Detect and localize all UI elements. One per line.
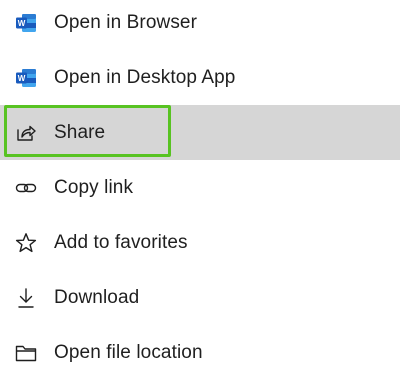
menu-item-download[interactable]: Download xyxy=(0,270,400,325)
menu-item-label: Open in Browser xyxy=(54,11,198,33)
svg-text:W: W xyxy=(18,74,26,83)
menu-item-open-file-location[interactable]: Open file location xyxy=(0,325,400,380)
svg-text:W: W xyxy=(18,19,26,28)
download-icon xyxy=(12,284,40,312)
context-menu: W Open in Browser W Open in Desktop App … xyxy=(0,0,400,381)
menu-item-label: Download xyxy=(54,286,140,308)
folder-icon xyxy=(12,339,40,367)
menu-item-copy-link[interactable]: Copy link xyxy=(0,160,400,215)
menu-item-add-to-favorites[interactable]: Add to favorites xyxy=(0,215,400,270)
menu-item-label: Copy link xyxy=(54,176,134,198)
word-icon: W xyxy=(12,9,40,37)
word-icon: W xyxy=(12,64,40,92)
menu-item-share[interactable]: Share xyxy=(0,105,400,160)
menu-item-label: Open file location xyxy=(54,341,203,363)
link-icon xyxy=(12,174,40,202)
star-icon xyxy=(12,229,40,257)
menu-item-label: Open in Desktop App xyxy=(54,66,236,88)
menu-item-label: Share xyxy=(54,121,106,143)
share-icon xyxy=(12,119,40,147)
menu-item-label: Add to favorites xyxy=(54,231,188,253)
menu-item-open-in-desktop-app[interactable]: W Open in Desktop App xyxy=(0,50,400,105)
menu-item-open-in-browser[interactable]: W Open in Browser xyxy=(0,0,400,50)
